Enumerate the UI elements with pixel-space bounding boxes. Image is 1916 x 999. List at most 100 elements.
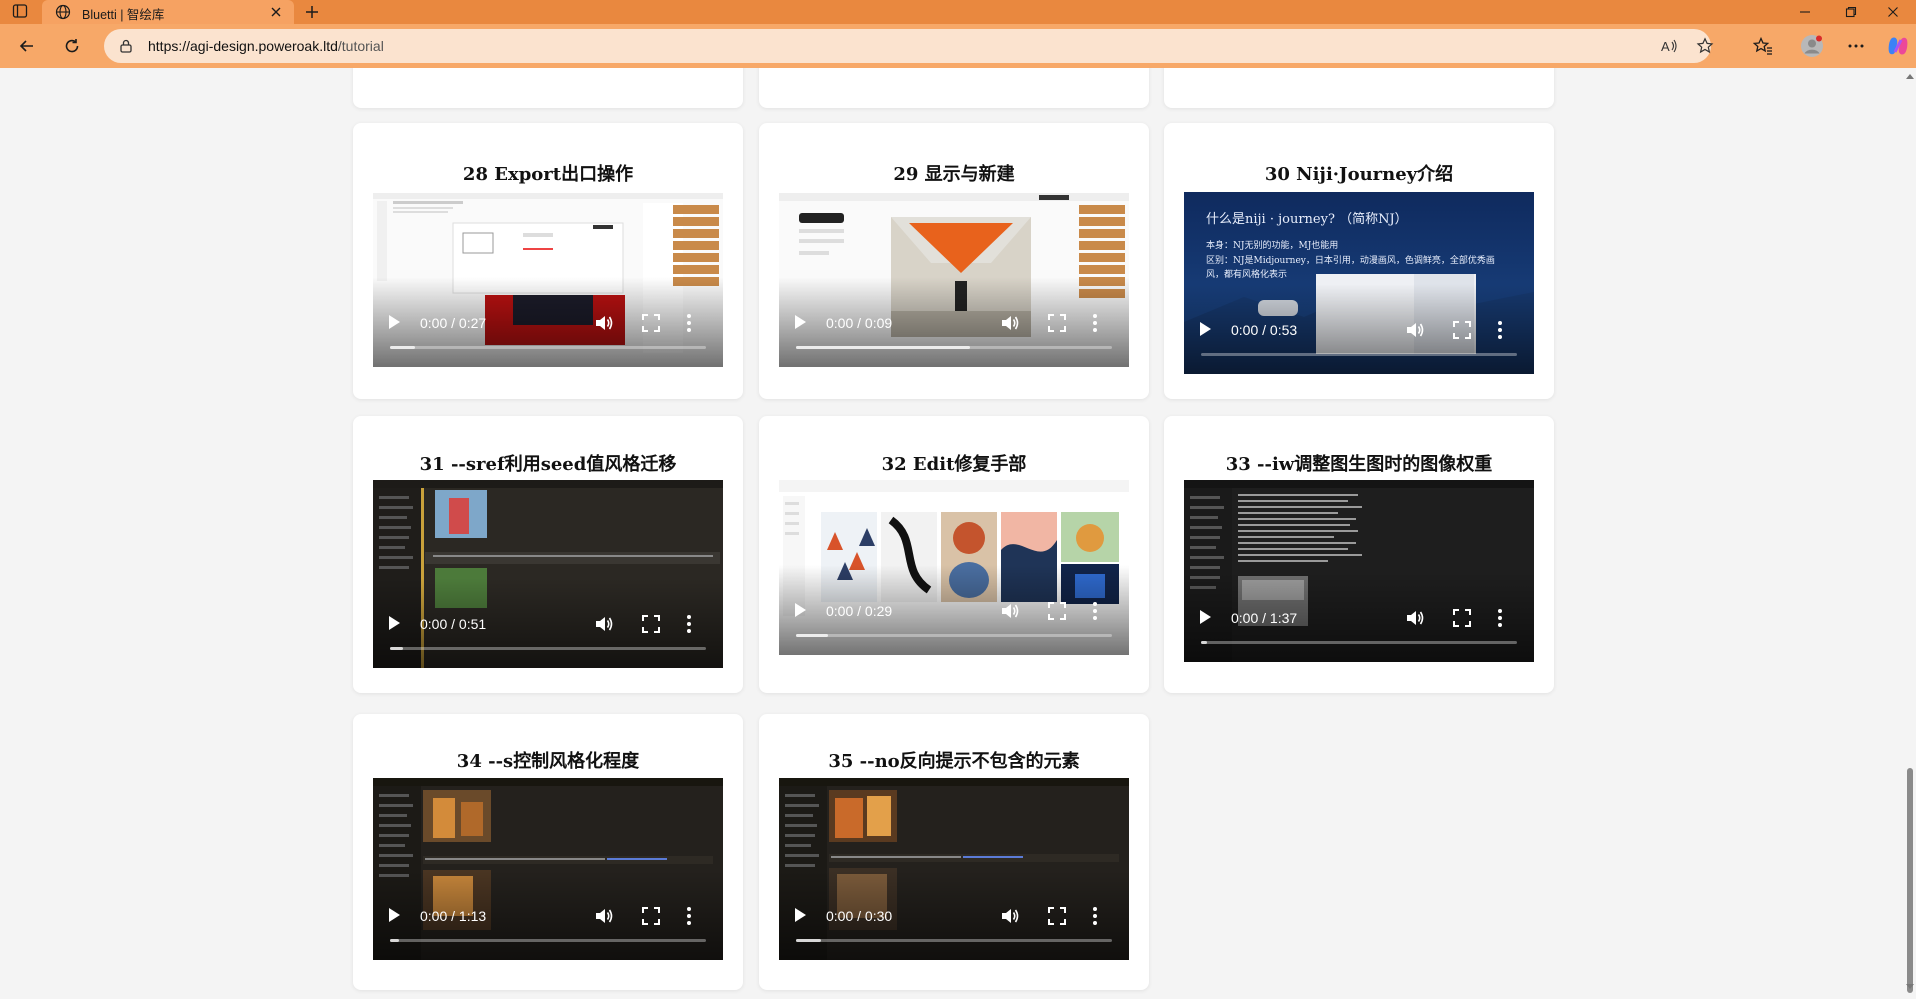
progress-track[interactable] xyxy=(390,346,706,349)
more-vert-icon[interactable] xyxy=(1092,601,1098,621)
video-controls: 0:00 / 1:37 xyxy=(1184,572,1534,662)
video-title: 28 Export出口操作 xyxy=(462,164,634,185)
volume-icon[interactable] xyxy=(1000,906,1020,926)
progress-track[interactable] xyxy=(796,939,1112,942)
more-vert-icon[interactable] xyxy=(686,313,692,333)
lock-icon[interactable] xyxy=(118,38,134,54)
video-title: 31 --sref利用seed值风格迁移 xyxy=(419,454,677,475)
video-player[interactable]: 0:00 / 0:29 xyxy=(779,480,1129,655)
progress-track[interactable] xyxy=(390,939,706,942)
video-time: 0:00 / 0:29 xyxy=(826,603,893,619)
volume-icon[interactable] xyxy=(594,313,614,333)
volume-icon[interactable] xyxy=(1000,313,1020,333)
buffered-bar xyxy=(390,939,400,942)
video-player[interactable]: 0:00 / 1:37 xyxy=(1184,480,1534,662)
volume-icon[interactable] xyxy=(1405,320,1425,340)
video-player[interactable]: 0:00 / 1:13 xyxy=(373,778,723,960)
new-tab-icon[interactable] xyxy=(303,3,321,21)
scrollbar-thumb[interactable] xyxy=(1907,768,1913,993)
play-icon[interactable] xyxy=(1200,322,1211,336)
video-controls: 0:00 / 0:09 xyxy=(779,277,1129,367)
video-title: 29 显示与新建 xyxy=(893,164,1015,185)
slide-line-3: 区别：NJ是Midjourney，日本引用，动漫画风，色调鲜亮，全部优秀画风，都… xyxy=(1206,256,1495,280)
play-icon[interactable] xyxy=(1200,610,1211,624)
volume-icon[interactable] xyxy=(594,614,614,634)
fullscreen-icon[interactable] xyxy=(1048,602,1066,620)
video-player[interactable]: 什么是niji · journey? （简称NJ） 本身：NJ无别的功能，MJ也… xyxy=(1184,192,1534,374)
play-icon[interactable] xyxy=(389,315,400,329)
favorite-star-icon[interactable] xyxy=(1696,37,1714,55)
video-player[interactable]: 0:00 / 0:27 xyxy=(373,193,723,367)
read-aloud-icon[interactable]: A xyxy=(1660,37,1678,55)
video-player[interactable]: 0:00 / 0:09 xyxy=(779,193,1129,367)
play-icon[interactable] xyxy=(795,603,806,617)
volume-icon[interactable] xyxy=(1000,601,1020,621)
progress-track[interactable] xyxy=(390,647,706,650)
progress-track[interactable] xyxy=(796,346,1112,349)
more-vert-icon[interactable] xyxy=(1092,313,1098,333)
buffered-bar xyxy=(796,346,970,349)
fullscreen-icon[interactable] xyxy=(1048,907,1066,925)
close-tab-icon[interactable] xyxy=(268,4,284,20)
video-controls: 0:00 / 0:53 xyxy=(1184,284,1534,374)
video-card-partial-26 xyxy=(759,68,1149,108)
play-icon[interactable] xyxy=(389,908,400,922)
page-scrollbar[interactable] xyxy=(1904,68,1916,999)
copilot-icon[interactable] xyxy=(1886,34,1910,58)
favorites-icon[interactable] xyxy=(1753,36,1773,56)
video-card-35: 35 --no反向提示不包含的元素 0:00 / 0:30 xyxy=(759,714,1149,990)
progress-track[interactable] xyxy=(796,634,1112,637)
buffered-bar xyxy=(796,634,828,637)
video-time: 0:00 / 0:51 xyxy=(420,616,487,632)
video-card-31: 31 --sref利用seed值风格迁移 0:00 / 0:51 xyxy=(353,416,743,693)
profile-avatar-icon[interactable] xyxy=(1800,34,1824,58)
video-time: 0:00 / 0:09 xyxy=(826,315,893,331)
more-vert-icon[interactable] xyxy=(1497,320,1503,340)
fullscreen-icon[interactable] xyxy=(1453,609,1471,627)
active-tab[interactable]: Bluetti | 智绘库 xyxy=(42,0,294,24)
video-player[interactable]: 0:00 / 0:51 xyxy=(373,480,723,668)
video-title: 33 --iw调整图生图时的图像权重 xyxy=(1225,454,1493,475)
more-vert-icon[interactable] xyxy=(686,614,692,634)
buffered-bar xyxy=(390,647,403,650)
video-card-33: 33 --iw调整图生图时的图像权重 0:00 / 1:37 xyxy=(1164,416,1554,693)
more-options-icon[interactable] xyxy=(1846,36,1866,56)
scroll-down-arrow-icon[interactable] xyxy=(1906,984,1914,989)
video-title: 30 Niji·Journey介绍 xyxy=(1264,164,1454,185)
volume-icon[interactable] xyxy=(594,906,614,926)
address-toolbar: https://agi-design.poweroak.ltd/tutorial… xyxy=(0,24,1916,68)
address-bar[interactable]: https://agi-design.poweroak.ltd/tutorial… xyxy=(104,29,1714,63)
tab-actions-icon[interactable] xyxy=(12,3,32,21)
fullscreen-icon[interactable] xyxy=(1453,321,1471,339)
video-player[interactable]: 0:00 / 0:30 xyxy=(779,778,1129,960)
fullscreen-icon[interactable] xyxy=(1048,314,1066,332)
fullscreen-icon[interactable] xyxy=(642,615,660,633)
video-title: 35 --no反向提示不包含的元素 xyxy=(828,751,1080,772)
video-title: 34 --s控制风格化程度 xyxy=(456,751,640,772)
refresh-button[interactable] xyxy=(59,33,85,59)
more-vert-icon[interactable] xyxy=(1092,906,1098,926)
fullscreen-icon[interactable] xyxy=(642,314,660,332)
video-card-32: 32 Edit修复手部 0:00 / 0:29 xyxy=(759,416,1149,693)
volume-icon[interactable] xyxy=(1405,608,1425,628)
video-time: 0:00 / 0:27 xyxy=(420,315,487,331)
close-window-button[interactable] xyxy=(1870,0,1916,24)
slide-line-1: 什么是niji · journey? （简称NJ） xyxy=(1206,212,1408,227)
more-vert-icon[interactable] xyxy=(686,906,692,926)
progress-track[interactable] xyxy=(1201,353,1517,356)
back-button[interactable] xyxy=(14,33,40,59)
minimize-button[interactable] xyxy=(1782,0,1828,24)
video-time: 0:00 / 0:30 xyxy=(826,908,893,924)
fullscreen-icon[interactable] xyxy=(642,907,660,925)
more-vert-icon[interactable] xyxy=(1497,608,1503,628)
play-icon[interactable] xyxy=(795,315,806,329)
url-text[interactable]: https://agi-design.poweroak.ltd/tutorial xyxy=(148,38,384,54)
page-viewport: 28 Export出口操作 0:00 / 0:27 29 显示与新建 0:00 … xyxy=(0,68,1904,999)
play-icon[interactable] xyxy=(389,616,400,630)
video-card-partial-25 xyxy=(353,68,743,108)
play-icon[interactable] xyxy=(795,908,806,922)
restore-button[interactable] xyxy=(1828,0,1874,24)
video-title: 32 Edit修复手部 xyxy=(881,454,1027,475)
scroll-up-arrow-icon[interactable] xyxy=(1906,74,1914,79)
progress-track[interactable] xyxy=(1201,641,1517,644)
